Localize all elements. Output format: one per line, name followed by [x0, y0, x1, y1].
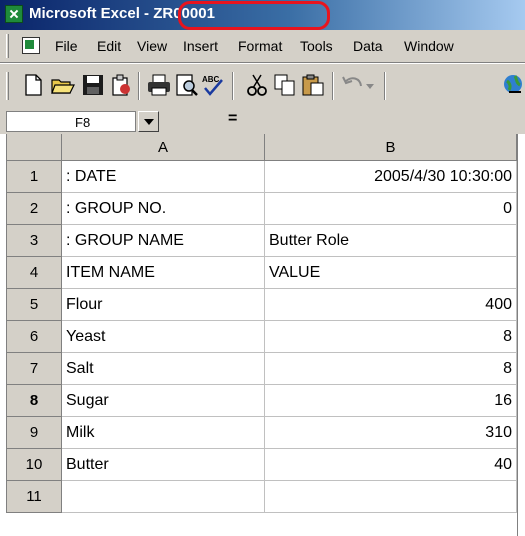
cell-a2[interactable]: : GROUP NO. [62, 193, 265, 225]
cell-b8[interactable]: 16 [265, 385, 517, 417]
menu-bar: File Edit View Insert Format Tools Data … [0, 30, 525, 63]
toolbar-separator [332, 72, 334, 100]
menu-view[interactable]: View [137, 38, 167, 54]
spelling-icon[interactable]: ABC [200, 72, 226, 98]
open-icon[interactable] [50, 72, 76, 98]
menu-data[interactable]: Data [353, 38, 383, 54]
title-bar[interactable]: Microsoft Excel - ZR00001 [0, 0, 525, 30]
cell-a9[interactable]: Milk [62, 417, 265, 449]
menu-window[interactable]: Window [404, 38, 454, 54]
excel-app-icon[interactable] [5, 5, 23, 23]
toolbar-separator [232, 72, 234, 100]
name-box[interactable]: F8 [6, 111, 136, 132]
toolbar-separator [138, 72, 140, 100]
copy-icon[interactable] [272, 72, 298, 98]
cell-a6[interactable]: Yeast [62, 321, 265, 353]
cell-a3[interactable]: : GROUP NAME [62, 225, 265, 257]
cell-a10[interactable]: Butter [62, 449, 265, 481]
formula-bar: F8 = [0, 108, 525, 134]
row-header[interactable]: 2 [6, 193, 62, 225]
standard-toolbar: ABC [0, 63, 525, 109]
cell-b1[interactable]: 2005/4/30 10:30:00 [265, 161, 517, 193]
toolbar-grip[interactable] [6, 72, 9, 100]
print-preview-icon[interactable] [174, 72, 200, 98]
row-header[interactable]: 3 [6, 225, 62, 257]
column-header-a[interactable]: A [62, 134, 265, 161]
row-header[interactable]: 1 [6, 161, 62, 193]
menu-edit[interactable]: Edit [97, 38, 121, 54]
menu-insert[interactable]: Insert [183, 38, 218, 54]
cell-b3[interactable]: Butter Role [265, 225, 517, 257]
cell-a1[interactable]: : DATE [62, 161, 265, 193]
select-all-corner[interactable] [6, 134, 62, 161]
undo-icon[interactable] [340, 72, 366, 98]
svg-text:ABC: ABC [202, 75, 220, 84]
cell-b11[interactable] [265, 481, 517, 513]
new-icon[interactable] [20, 72, 46, 98]
cell-b4[interactable]: VALUE [265, 257, 517, 289]
menu-tools[interactable]: Tools [300, 38, 333, 54]
cell-a5[interactable]: Flour [62, 289, 265, 321]
row-header[interactable]: 11 [6, 481, 62, 513]
cell-b7[interactable]: 8 [265, 353, 517, 385]
row-header[interactable]: 9 [6, 417, 62, 449]
row-header-active[interactable]: 8 [6, 385, 62, 417]
cell-b6[interactable]: 8 [265, 321, 517, 353]
cell-a4[interactable]: ITEM NAME [62, 257, 265, 289]
row-header[interactable]: 6 [6, 321, 62, 353]
cell-a7[interactable]: Salt [62, 353, 265, 385]
paste-icon[interactable] [300, 72, 326, 98]
cell-a8[interactable]: Sugar [62, 385, 265, 417]
cell-a11[interactable] [62, 481, 265, 513]
permission-icon[interactable] [108, 72, 134, 98]
save-icon[interactable] [80, 72, 106, 98]
row-header[interactable]: 4 [6, 257, 62, 289]
toolbar-separator [384, 72, 386, 100]
row-header[interactable]: 5 [6, 289, 62, 321]
filename-highlight-circle [178, 1, 330, 30]
row-header[interactable]: 10 [6, 449, 62, 481]
next-column-edge[interactable] [517, 134, 525, 536]
cell-b10[interactable]: 40 [265, 449, 517, 481]
worksheet-grid[interactable]: A B 1 : DATE 2005/4/30 10:30:00 2 : GROU… [0, 134, 525, 536]
formula-equals-sign[interactable]: = [228, 110, 237, 128]
workbook-icon[interactable] [22, 37, 40, 54]
window-title-app: Microsoft Excel [29, 5, 145, 22]
menu-file[interactable]: File [55, 38, 78, 54]
excel-window: Microsoft Excel - ZR00001 File Edit View… [0, 0, 525, 536]
undo-dropdown-icon[interactable] [364, 72, 376, 98]
cell-b5[interactable]: 400 [265, 289, 517, 321]
row-header[interactable]: 7 [6, 353, 62, 385]
menubar-grip[interactable] [6, 34, 9, 58]
cell-b2[interactable]: 0 [265, 193, 517, 225]
menu-format[interactable]: Format [238, 38, 282, 54]
column-header-b[interactable]: B [265, 134, 517, 161]
cell-b9[interactable]: 310 [265, 417, 517, 449]
name-box-value: F8 [75, 115, 91, 130]
hyperlink-icon[interactable] [500, 72, 525, 98]
print-icon[interactable] [146, 72, 172, 98]
cut-icon[interactable] [244, 72, 270, 98]
name-box-dropdown-button[interactable] [138, 111, 159, 132]
